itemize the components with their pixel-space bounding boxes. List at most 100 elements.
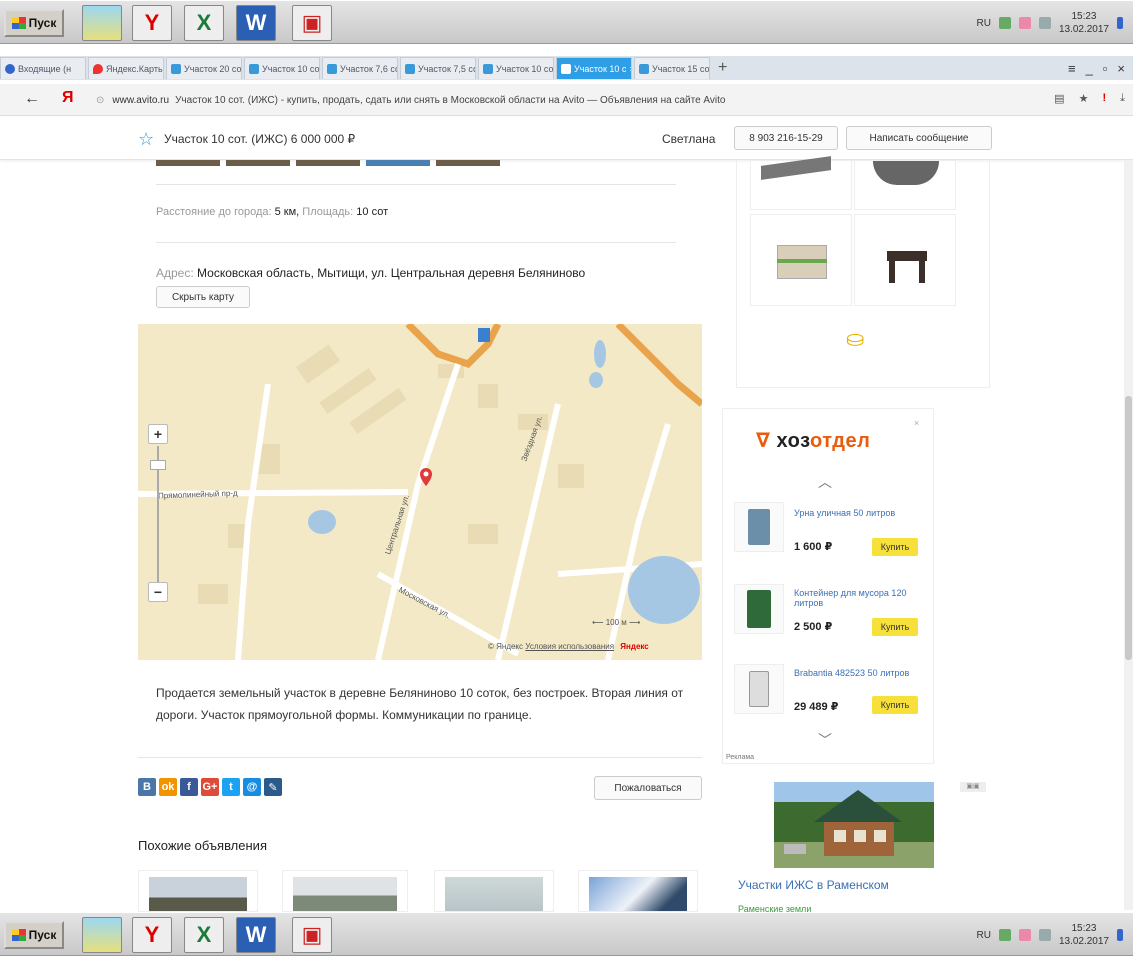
start-button[interactable]: Пуск (4, 9, 64, 37)
facebook-share-icon[interactable]: f (180, 778, 198, 796)
excel-app-icon[interactable]: X (184, 917, 224, 953)
url-field[interactable]: ⊙ www.avito.ru Участок 10 сот. (ИЖС) - к… (96, 90, 1000, 110)
similar-listing-card[interactable] (434, 870, 554, 912)
product-image[interactable] (734, 664, 784, 714)
close-icon[interactable]: × (1117, 61, 1125, 76)
presentation-app-icon[interactable]: ▣ (292, 5, 332, 41)
clock[interactable]: 15:23 13.02.2017 (1059, 10, 1109, 36)
tab-listing-6[interactable]: Участок 15 сот (634, 57, 710, 79)
livejournal-share-icon[interactable]: ✎ (264, 778, 282, 796)
house-ad-image[interactable] (774, 782, 934, 868)
photo-thumbnail[interactable] (436, 160, 500, 166)
new-tab-button[interactable]: + (718, 59, 727, 77)
product-name[interactable]: Контейнер для мусора 120 литров (794, 588, 916, 608)
language-indicator[interactable]: RU (976, 930, 990, 941)
product-price: 29 489 ₽ (794, 701, 839, 713)
photo-thumbnail[interactable] (226, 160, 290, 166)
back-arrow-icon[interactable]: ← (24, 90, 40, 108)
explorer-app-icon[interactable] (82, 917, 122, 953)
furniture-item[interactable] (750, 156, 852, 210)
product-image[interactable] (734, 502, 784, 552)
area-value: 10 сот (356, 206, 389, 218)
network-icon[interactable] (998, 17, 1011, 29)
phone-button[interactable]: 8 903 216-15-29 (734, 126, 838, 150)
tab-inbox[interactable]: Входящие (н (0, 57, 86, 79)
vk-share-icon[interactable]: B (138, 778, 156, 796)
complain-button[interactable]: Пожаловаться (594, 776, 702, 800)
language-indicator[interactable]: RU (976, 18, 990, 29)
tab-listing-active[interactable]: Участок 10 с× (556, 57, 632, 79)
tab-yandex-maps[interactable]: Яндекс.Карты (88, 57, 164, 79)
product-name[interactable]: Урна уличная 50 литров (794, 508, 916, 518)
similar-listing-card[interactable] (578, 870, 698, 912)
product-name[interactable]: Brabantia 482523 50 литров (794, 668, 916, 678)
word-app-icon[interactable]: W (236, 917, 276, 953)
hozotdel-logo[interactable]: ∇ хозотдел (756, 428, 870, 453)
google-plus-share-icon[interactable]: G+ (201, 778, 219, 796)
area-label: Площадь: (302, 206, 354, 218)
excel-app-icon[interactable]: X (184, 5, 224, 41)
house-ad-title[interactable]: Участки ИЖС в Раменском (738, 878, 889, 892)
write-message-button[interactable]: Написать сообщение (846, 126, 992, 150)
volume-icon[interactable] (1038, 929, 1051, 941)
map-terms-link[interactable]: Условия использования (525, 642, 614, 651)
buy-button[interactable]: Купить (872, 696, 918, 714)
show-desktop-icon[interactable] (1117, 17, 1123, 29)
zoom-in-button[interactable]: + (148, 424, 168, 444)
tab-listing-4[interactable]: Участок 7,5 сот (400, 57, 476, 79)
photo-thumbnail[interactable] (296, 160, 360, 166)
zoom-slider-handle[interactable] (150, 460, 166, 470)
menu-icon[interactable]: ≡ (1068, 61, 1076, 76)
furniture-item[interactable] (854, 214, 956, 306)
zoom-out-button[interactable]: − (148, 582, 168, 602)
show-desktop-icon[interactable] (1117, 929, 1123, 941)
bookmark-star-icon[interactable]: ★ (1079, 92, 1089, 105)
close-tab-icon[interactable]: × (629, 64, 631, 74)
odnoklassniki-share-icon[interactable]: ok (159, 778, 177, 796)
start-button[interactable]: Пуск (4, 921, 64, 949)
furniture-item[interactable] (750, 214, 852, 306)
mail-share-icon[interactable]: @ (243, 778, 261, 796)
explorer-app-icon[interactable] (82, 5, 122, 41)
map-credits: © Яндекс Условия использования Яндекс (488, 642, 649, 651)
yandex-browser-app-icon[interactable]: Y (132, 5, 172, 41)
chevron-down-icon[interactable]: ﹀ (818, 730, 832, 750)
tab-listing-1[interactable]: Участок 20 сот (166, 57, 242, 79)
yandex-logo-icon[interactable]: Я (62, 89, 74, 107)
yandex-extension-icon[interactable]: ! (1102, 92, 1106, 105)
buy-button[interactable]: Купить (872, 538, 918, 556)
yandex-map-logo[interactable]: Яндекс (620, 642, 648, 651)
twitter-share-icon[interactable]: t (222, 778, 240, 796)
similar-listing-card[interactable] (282, 870, 408, 912)
tab-listing-2[interactable]: Участок 10 сот (244, 57, 320, 79)
ad-close-icon[interactable]: × (914, 418, 919, 428)
photo-thumbnail[interactable] (156, 160, 220, 166)
volume-icon[interactable] (1038, 17, 1051, 29)
ad-badge[interactable]: ▣▣ (960, 782, 986, 792)
yandex-browser-app-icon[interactable]: Y (132, 917, 172, 953)
hide-map-button[interactable]: Скрыть карту (156, 286, 250, 308)
tab-listing-3[interactable]: Участок 7,6 сот (322, 57, 398, 79)
word-app-icon[interactable]: W (236, 5, 276, 41)
network-icon[interactable] (998, 929, 1011, 941)
download-icon[interactable]: ⤓ (1120, 92, 1125, 105)
tab-listing-5[interactable]: Участок 10 сот (478, 57, 554, 79)
scrollbar-thumb[interactable] (1125, 396, 1132, 660)
furniture-item[interactable] (854, 160, 956, 210)
minimize-icon[interactable]: _ (1086, 61, 1093, 76)
antivirus-icon[interactable] (1018, 17, 1031, 29)
clock[interactable]: 15:23 13.02.2017 (1059, 922, 1109, 948)
antivirus-icon[interactable] (1018, 929, 1031, 941)
product-image[interactable] (734, 584, 784, 634)
presentation-app-icon[interactable]: ▣ (292, 917, 332, 953)
seller-name[interactable]: Светлана (662, 132, 715, 146)
maximize-icon[interactable]: ▫ (1103, 61, 1108, 76)
yandex-map[interactable]: Прямолинейный пр-д Центральная ул. Моско… (138, 324, 702, 660)
similar-listing-card[interactable] (138, 870, 258, 912)
favorite-star-icon[interactable]: ☆ (138, 129, 154, 150)
map-scale: ⟵ 100 м ⟶ (592, 618, 641, 627)
buy-button[interactable]: Купить (872, 618, 918, 636)
photo-thumbnail[interactable] (366, 160, 430, 166)
reader-mode-icon[interactable]: ▤ (1054, 92, 1064, 105)
chevron-up-icon[interactable]: ︿ (818, 472, 832, 492)
